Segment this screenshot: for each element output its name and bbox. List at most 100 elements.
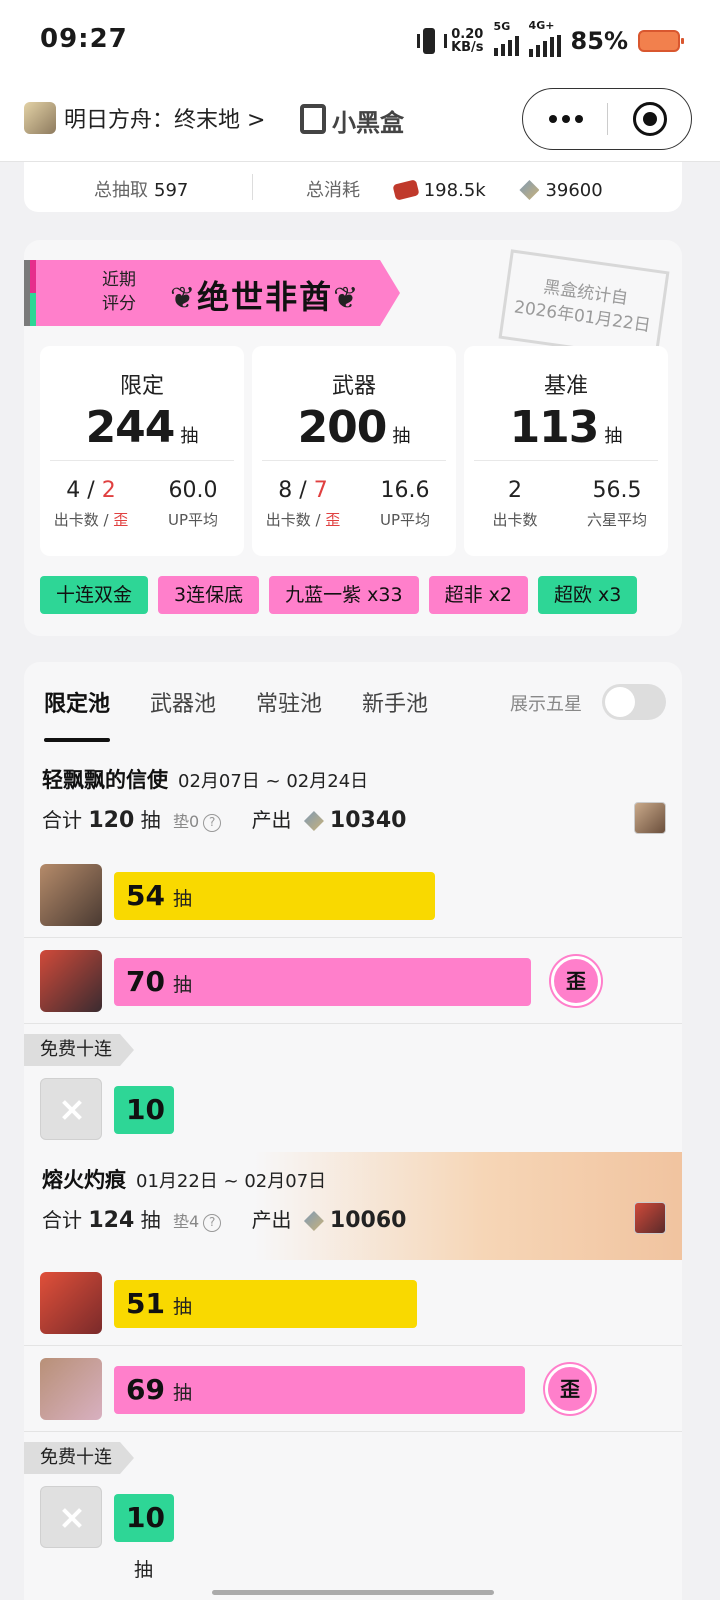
tag: 十连双金: [40, 576, 149, 614]
net-speed: 0.20 KB/s: [451, 28, 483, 54]
banner-output: 10060: [329, 1208, 407, 1233]
pull-bar: 10 抽: [114, 1494, 174, 1581]
free-ten-pull-tag: 免费十连: [24, 1034, 134, 1066]
total-prefix: 合计: [42, 1208, 82, 1232]
stat-title: 武器: [331, 374, 376, 399]
stat-limited: 限定 244 抽 4 / 2 出卡数 / 歪 60.0 UP平均: [40, 346, 244, 556]
banner-header: 轻飘飘的信使 02月07日 ~ 02月24日 合计 120 抽 垫0? 产出 10…: [24, 752, 682, 860]
ticket-icon: [392, 179, 420, 201]
battery-percent: 85%: [570, 27, 628, 55]
operator-avatar[interactable]: [40, 1272, 102, 1334]
free-ten-pull-tag: 免费十连: [24, 1442, 134, 1474]
total-draws-label: 总抽取: [94, 180, 148, 201]
pull-unit: 抽: [134, 1559, 154, 1581]
rating-label: 近期评分: [102, 270, 136, 314]
off-count: 2: [101, 478, 116, 503]
pull-unit: 抽: [172, 974, 192, 996]
originium-icon: [519, 180, 540, 200]
banner-output: 10340: [329, 808, 407, 833]
banner-title: 轻飘飘的信使 02月07日 ~ 02月24日: [42, 764, 368, 794]
help-icon[interactable]: ?: [203, 814, 222, 832]
originium-icon: [303, 1211, 324, 1231]
off-label: 歪: [325, 511, 341, 529]
battery-icon: [638, 30, 684, 52]
banner-operator-avatar[interactable]: [634, 1202, 666, 1234]
unit: 抽: [140, 1208, 161, 1232]
sep: /: [292, 478, 314, 503]
operator-avatar[interactable]: [40, 864, 102, 926]
stat-weapon: 武器 200 抽 8 / 7 出卡数 / 歪 16.6 UP平均: [252, 346, 456, 556]
cards-out: 4: [66, 478, 81, 503]
pull-unit: 抽: [172, 1296, 192, 1318]
banner-title: 熔火灼痕 01月22日 ~ 02月07日: [42, 1164, 326, 1194]
signal-icon-2: 4G+: [528, 19, 561, 57]
banner-operator-avatar[interactable]: [634, 802, 666, 834]
pull-count: 51: [126, 1287, 165, 1320]
stat-title: 限定: [119, 374, 164, 399]
off-count: 7: [313, 478, 328, 503]
tab-standard-pool[interactable]: 常驻池: [256, 686, 322, 742]
total-draws: 总抽取 597: [94, 176, 188, 202]
stat-count: 200: [297, 402, 388, 453]
ticket-value: 198.5k: [423, 180, 486, 201]
unit: 抽: [140, 808, 161, 832]
app-name: 小黑盒: [332, 109, 404, 137]
up-average: 16.6: [380, 478, 430, 503]
home-indicator[interactable]: [212, 1590, 494, 1595]
banner-total: 120: [88, 808, 135, 833]
stat-unit: 抽: [392, 426, 411, 447]
rating-card: 近期评分 ❦绝世非酋❦ 黑盒统计自 2026年01月22日 限定 244 抽 4 …: [24, 240, 682, 636]
rating-text: 绝世非酋: [197, 278, 334, 316]
operator-avatar[interactable]: [40, 950, 102, 1012]
game-avatar[interactable]: [24, 102, 56, 134]
stats-since-stamp: 黑盒统计自 2026年01月22日: [498, 249, 670, 361]
pull-row: 70 抽 歪: [24, 938, 682, 1024]
empty-slot-icon: [40, 1078, 102, 1140]
originium-icon: [303, 811, 324, 831]
cards-out: 2: [508, 478, 522, 503]
operator-avatar[interactable]: [40, 1358, 102, 1420]
stat-title: 基准: [543, 374, 588, 399]
status-bar: 09:27 0.20 KB/s 5G 4G+ 85%: [0, 0, 720, 84]
sim1-label: 5G: [493, 20, 511, 33]
tag: 超非 x2: [428, 576, 528, 614]
pull-bar: 70 抽: [114, 958, 531, 1006]
pull-bar: 51 抽: [114, 1280, 417, 1328]
help-icon[interactable]: ?: [203, 1214, 222, 1232]
tag: 超欧 x3: [537, 576, 638, 614]
rating-value: ❦绝世非酋❦: [170, 272, 360, 318]
cards-out-label: 出卡数: [492, 511, 538, 529]
pull-unit: 抽: [172, 888, 192, 910]
pull-unit: 抽: [172, 1382, 192, 1404]
pull-row-free: 10抽: [24, 1066, 682, 1173]
cards-out-label: 出卡数 /: [53, 511, 114, 529]
pool-tabs: 限定池 武器池 常驻池 新手池: [44, 686, 428, 742]
off-label: 歪: [113, 511, 129, 529]
show-five-star-toggle[interactable]: [602, 684, 666, 720]
stat-unit: 抽: [180, 426, 199, 447]
laurel-left-icon: ❦: [170, 281, 198, 316]
off-banner-badge: 歪: [551, 956, 601, 1006]
tab-limited-pool[interactable]: 限定池: [44, 686, 111, 742]
laurel-right-icon: ❦: [333, 281, 361, 316]
tag: 3连保底: [158, 576, 260, 614]
sim2-label: 4G+: [528, 19, 555, 32]
total-cost: 总消耗 198.5k 39600: [306, 176, 603, 202]
more-icon[interactable]: [523, 89, 608, 149]
tab-beginner-pool[interactable]: 新手池: [362, 686, 428, 742]
pull-row-free: 10抽: [24, 1474, 682, 1581]
app-header: 明日方舟：终末地 > 小黑盒: [0, 84, 720, 162]
stat-count: 244: [85, 402, 176, 453]
banner-dates: 02月07日 ~ 02月24日: [178, 771, 369, 792]
rating-banner: 近期评分 ❦绝世非酋❦: [24, 260, 400, 326]
up-average-label: UP平均: [167, 511, 219, 529]
tab-weapon-pool[interactable]: 武器池: [150, 686, 216, 742]
game-title-link[interactable]: 明日方舟：终末地 >: [64, 102, 265, 134]
banner-name: 熔火灼痕: [42, 1168, 126, 1192]
clock: 09:27: [40, 24, 128, 54]
record-icon[interactable]: [633, 102, 667, 136]
pull-bar: 54 抽: [114, 872, 435, 920]
pity-count: 垫4: [173, 1212, 200, 1231]
banner-summary: 合计 120 抽 垫0? 产出 10340: [42, 804, 406, 833]
pity-count: 垫0: [173, 812, 200, 831]
